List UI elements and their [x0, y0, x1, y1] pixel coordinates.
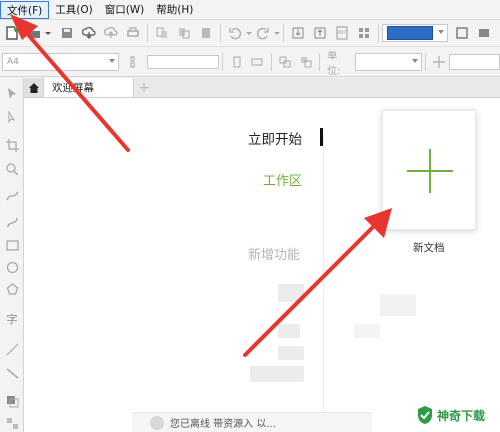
artistic-media-icon[interactable]: [3, 212, 21, 230]
redo-icon[interactable]: [255, 25, 271, 41]
blurred-content: [380, 294, 416, 316]
cloud-upload-icon[interactable]: [103, 25, 119, 41]
unit-label: 单位:: [327, 50, 341, 77]
status-text: 您已离线 带资源入 以...: [170, 419, 276, 430]
menu-window[interactable]: 窗口(W): [99, 1, 151, 19]
open-folder-icon[interactable]: [26, 25, 42, 41]
blurred-nav-item: [250, 366, 304, 382]
width-height-icon: [129, 54, 144, 70]
app-launcher-icon[interactable]: [356, 25, 372, 41]
toolbox: 字: [0, 78, 24, 432]
crop-tool-icon[interactable]: [3, 136, 21, 154]
polygon-tool-icon[interactable]: [3, 280, 21, 298]
copy-icon[interactable]: [176, 25, 192, 41]
chevron-down-icon: [438, 30, 444, 34]
chevron-down-icon: [411, 58, 418, 63]
transparency-tool-icon[interactable]: [3, 414, 21, 432]
nav-get-started[interactable]: 立即开始: [248, 128, 302, 148]
new-document-icon[interactable]: [4, 25, 20, 41]
panel-divider: [323, 134, 324, 432]
tab-welcome-screen[interactable]: 欢迎屏幕: [44, 78, 134, 97]
menu-file[interactable]: 文件(F): [0, 0, 50, 19]
toolbar-separator: [270, 52, 272, 71]
menu-tools[interactable]: 工具(O): [49, 1, 98, 19]
dropdown-arrow-icon[interactable]: [274, 25, 280, 41]
unit-select[interactable]: [354, 52, 422, 71]
import-icon[interactable]: [290, 25, 306, 41]
toolbar-separator: [283, 24, 284, 42]
toolbar-separator: [147, 24, 148, 42]
toolbar-separator: [378, 24, 379, 42]
export-icon[interactable]: [312, 25, 328, 41]
dropdown-arrow-icon[interactable]: [45, 25, 51, 41]
cloud-download-icon[interactable]: [81, 25, 97, 41]
landscape-icon[interactable]: [250, 54, 265, 70]
toolbar-separator: [424, 52, 426, 71]
freehand-tool-icon[interactable]: [3, 186, 21, 204]
watermark-logo: 神奇下载: [416, 402, 498, 428]
blurred-nav-item: [278, 284, 304, 302]
zoom-color-select[interactable]: [382, 24, 448, 42]
full-screen-icon[interactable]: [454, 25, 470, 41]
nudge-icon[interactable]: [432, 54, 447, 70]
home-tab[interactable]: [24, 78, 44, 97]
chevron-down-icon: [108, 58, 115, 63]
save-icon[interactable]: [59, 25, 75, 41]
snap-icon[interactable]: [476, 25, 492, 41]
document-tab-strip: 欢迎屏幕 +: [24, 78, 500, 98]
property-bar: A4 单位:: [0, 47, 500, 77]
ellipse-tool-icon[interactable]: [3, 258, 21, 276]
nav-workspace[interactable]: 工作区: [263, 170, 302, 189]
paste-icon[interactable]: [198, 25, 214, 41]
fill-color-swatch: [387, 26, 433, 40]
toolbar-separator: [222, 52, 224, 71]
standard-toolbar: PDF: [0, 20, 500, 47]
shadow-tool-icon[interactable]: [3, 392, 21, 410]
connector-tool-icon[interactable]: [3, 364, 21, 382]
text-tool-icon[interactable]: 字: [3, 310, 21, 328]
shape-tool-icon[interactable]: [3, 108, 21, 126]
cut-icon[interactable]: [154, 25, 170, 41]
menu-help[interactable]: 帮助(H): [150, 1, 199, 19]
portrait-icon[interactable]: [229, 54, 244, 70]
svg-text:PDF: PDF: [338, 30, 346, 35]
tab-welcome-label: 欢迎屏幕: [52, 82, 94, 94]
dimension-tool-icon[interactable]: [3, 340, 21, 358]
toolbar-separator: [319, 52, 321, 71]
rectangle-tool-icon[interactable]: [3, 236, 21, 254]
pdf-icon[interactable]: PDF: [334, 25, 350, 41]
blurred-nav-item: [278, 324, 300, 338]
app-window: 文件(F) 工具(O) 窗口(W) 帮助(H) PDF A4 单位: 欢迎屏幕 …: [0, 0, 500, 432]
menu-bar: 文件(F) 工具(O) 窗口(W) 帮助(H): [0, 0, 500, 20]
new-document-card[interactable]: [382, 110, 476, 230]
new-document-label: 新文档: [413, 242, 445, 254]
watermark-text: 神奇下载: [437, 408, 486, 423]
all-pages-icon[interactable]: [278, 54, 293, 70]
avatar: [150, 415, 164, 430]
nav-whats-new[interactable]: 新增功能: [248, 244, 300, 263]
welcome-screen: 立即开始 工作区 新增功能 新文档 您已离线 带资源入 以...: [24, 98, 500, 432]
zoom-tool-icon[interactable]: [3, 160, 21, 178]
toolbar-separator: [220, 24, 221, 42]
nudge-distance-input[interactable]: [449, 53, 500, 70]
page-size-select[interactable]: A4: [2, 52, 119, 71]
dropdown-arrow-icon[interactable]: [246, 25, 252, 41]
status-strip: 您已离线 带资源入 以...: [132, 412, 372, 432]
blurred-content: [354, 324, 380, 338]
pick-tool-icon[interactable]: [3, 84, 21, 102]
page-size-value: A4: [7, 56, 19, 67]
print-icon[interactable]: [125, 25, 141, 41]
home-icon: [28, 82, 39, 93]
add-tab-plus-icon[interactable]: +: [136, 78, 152, 97]
undo-icon[interactable]: [227, 25, 243, 41]
page-width-input[interactable]: [146, 54, 220, 69]
current-page-icon[interactable]: [298, 54, 313, 70]
blurred-nav-item: [278, 346, 304, 360]
shield-icon: [418, 406, 432, 424]
plus-icon-horizontal: [407, 170, 453, 172]
